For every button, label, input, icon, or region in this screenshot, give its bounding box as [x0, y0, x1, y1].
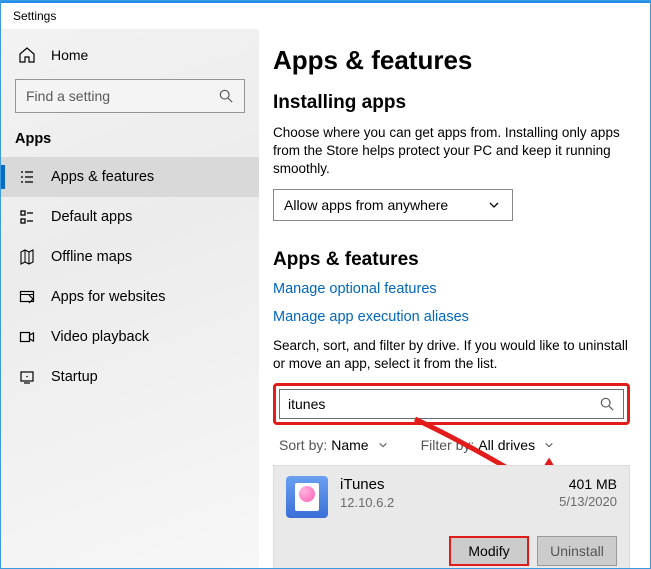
map-icon — [19, 249, 35, 265]
sidebar-search-placeholder: Find a setting — [26, 88, 110, 104]
nav-item-label: Offline maps — [51, 249, 132, 265]
nav-apps-features[interactable]: Apps & features — [1, 157, 259, 197]
link-execution-aliases[interactable]: Manage app execution aliases — [273, 309, 630, 325]
app-list-item[interactable]: iTunes 12.10.6.2 401 MB 5/13/2020 Modify… — [273, 465, 630, 568]
page-title: Apps & features — [273, 45, 630, 76]
sidebar: Home Find a setting Apps Apps & features… — [1, 29, 259, 568]
filter-value: All drives — [478, 437, 535, 453]
sidebar-search[interactable]: Find a setting — [15, 79, 245, 113]
search-icon — [218, 88, 234, 104]
link-optional-features[interactable]: Manage optional features — [273, 281, 630, 297]
installing-heading: Installing apps — [273, 92, 630, 114]
nav-apps-websites[interactable]: Apps for websites — [1, 277, 259, 317]
home-icon — [19, 47, 35, 63]
sort-value: Name — [331, 437, 368, 453]
video-icon — [19, 329, 35, 345]
nav-startup[interactable]: Startup — [1, 357, 259, 397]
app-size: 401 MB — [559, 476, 617, 492]
sidebar-section-header: Apps — [1, 123, 259, 157]
nav-default-apps[interactable]: Default apps — [1, 197, 259, 237]
sort-by-dropdown[interactable]: Sort by:Name — [279, 437, 391, 453]
filter-label: Filter by: — [421, 437, 475, 453]
window-title: Settings — [1, 3, 650, 29]
apps-websites-icon — [19, 289, 35, 305]
nav-item-label: Default apps — [51, 209, 132, 225]
search-icon — [599, 396, 615, 412]
nav-item-label: Video playback — [51, 329, 149, 345]
modify-button[interactable]: Modify — [449, 536, 529, 566]
nav-home-label: Home — [51, 47, 88, 63]
defaults-icon — [19, 209, 35, 225]
app-search-value: itunes — [288, 396, 325, 412]
list-icon — [19, 169, 35, 185]
chevron-down-icon — [541, 437, 557, 453]
app-search-input[interactable]: itunes — [279, 389, 624, 419]
installing-desc: Choose where you can get apps from. Inst… — [273, 124, 630, 179]
install-source-dropdown[interactable]: Allow apps from anywhere — [273, 189, 513, 221]
chevron-down-icon — [486, 197, 502, 213]
app-version: 12.10.6.2 — [340, 495, 394, 510]
app-name: iTunes — [340, 476, 394, 493]
itunes-icon — [286, 476, 328, 518]
nav-item-label: Apps for websites — [51, 289, 165, 305]
main-content: Apps & features Installing apps Choose w… — [259, 29, 650, 568]
chevron-down-icon — [375, 437, 391, 453]
nav-item-label: Apps & features — [51, 169, 154, 185]
nav-home[interactable]: Home — [1, 35, 259, 75]
nav-video-playback[interactable]: Video playback — [1, 317, 259, 357]
startup-icon — [19, 369, 35, 385]
app-date: 5/13/2020 — [559, 494, 617, 509]
nav-item-label: Startup — [51, 369, 98, 385]
filter-by-dropdown[interactable]: Filter by:All drives — [421, 437, 557, 453]
uninstall-button[interactable]: Uninstall — [537, 536, 617, 566]
nav-offline-maps[interactable]: Offline maps — [1, 237, 259, 277]
apps-section-desc: Search, sort, and filter by drive. If yo… — [273, 337, 630, 373]
install-source-value: Allow apps from anywhere — [284, 197, 448, 213]
apps-section-heading: Apps & features — [273, 249, 630, 271]
annotation-highlight: itunes — [273, 383, 630, 425]
sort-label: Sort by: — [279, 437, 327, 453]
